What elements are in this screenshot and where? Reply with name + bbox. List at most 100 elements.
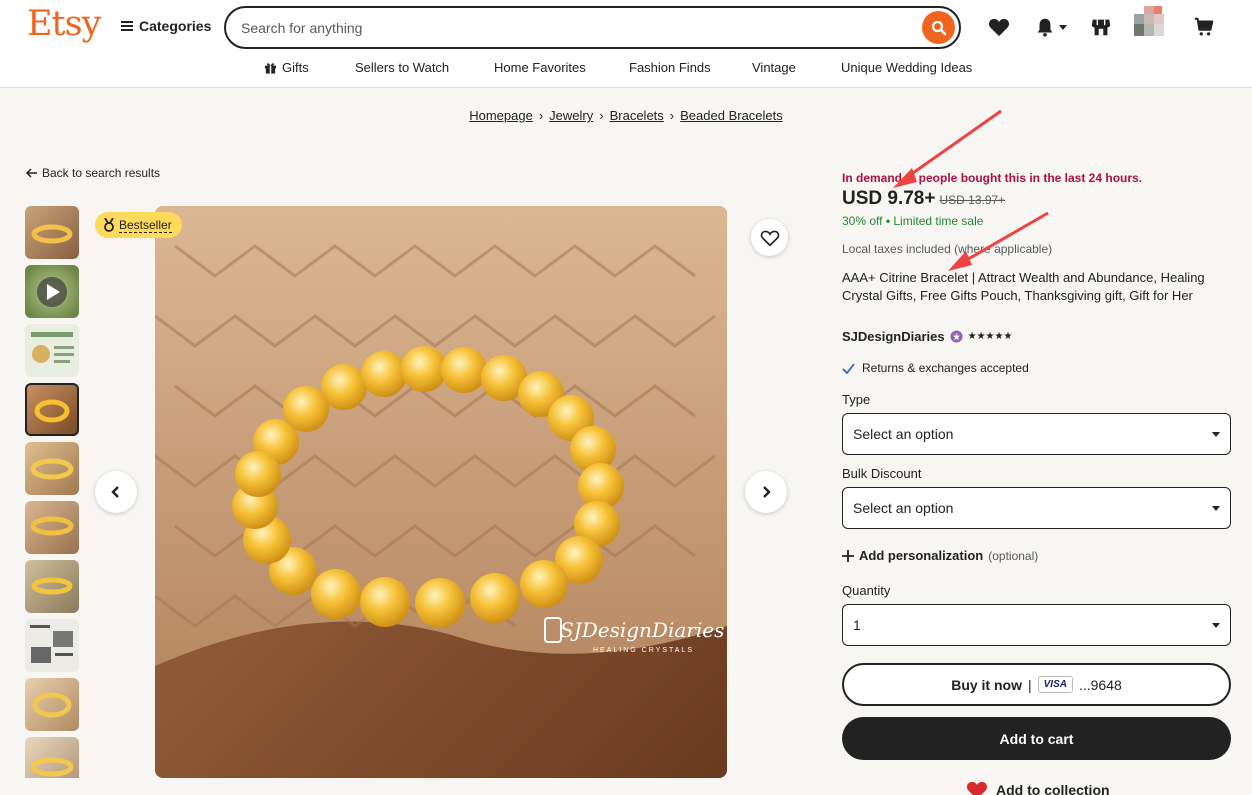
thumbnail[interactable] [25,206,79,259]
breadcrumb-jewelry[interactable]: Jewelry [549,108,593,123]
nav-item-home-favorites[interactable]: Home Favorites [494,60,586,75]
personalization-optional: (optional) [988,548,1039,563]
product-title: AAA+ Citrine Bracelet | Attract Wealth a… [842,270,1205,303]
thumbnail[interactable] [25,619,79,672]
personalization-label: Add personalization [859,548,984,563]
chevron-right-icon: › [669,108,675,123]
category-nav: Gifts Sellers to Watch Home Favorites Fa… [0,56,1252,82]
breadcrumb-beaded-bracelets[interactable]: Beaded Bracelets [680,108,783,123]
chevron-right-icon [763,486,771,498]
demand-notice: In demand. 9 people bought this in the l… [842,171,1143,185]
chevron-left-icon [111,486,119,498]
type-label: Type [842,392,871,407]
product-image[interactable]: SJDesignDiaries HEALING CRYSTALS [155,206,727,778]
categories-button[interactable]: Categories [121,18,211,34]
site-header: Etsy Categories Gifts Sellers to Watch [0,0,1252,88]
thumbnail-strip [25,206,79,778]
cart-icon [1194,17,1214,36]
nav-item-label: Gifts [282,60,309,75]
dropdown-arrow-icon [1212,622,1220,628]
nav-item-gifts[interactable]: Gifts [264,60,309,75]
breadcrumb-bracelets[interactable]: Bracelets [610,108,664,123]
bestseller-badge: Bestseller [95,212,182,238]
bell-icon [1037,18,1052,37]
type-select[interactable]: Select an option [842,413,1231,455]
notifications-button[interactable] [1030,14,1070,40]
menu-icon [121,21,133,31]
nav-item-vintage[interactable]: Vintage [752,60,796,75]
next-image-button[interactable] [745,471,787,513]
current-price: USD 9.78+ [842,188,936,209]
discount-info: 30% off • Limited time sale [842,214,983,228]
back-label: Back to search results [42,166,161,180]
search-icon [931,20,946,35]
chevron-right-icon: › [538,108,544,123]
heart-icon [988,18,1010,37]
thumbnail-video[interactable] [25,265,79,318]
sale-note: Limited time sale [893,214,984,228]
add-to-collection-button[interactable]: Add to collection [966,780,1110,795]
buy-now-label: Buy it now [951,676,1022,693]
card-last4: ...9648 [1078,676,1122,693]
plus-icon [842,549,854,562]
product-photo: SJDesignDiaries HEALING CRYSTALS [155,206,727,778]
checkmark-icon [842,362,855,374]
bestseller-label: Bestseller [119,217,172,233]
nav-item-wedding-ideas[interactable]: Unique Wedding Ideas [841,60,972,75]
returns-label: Returns & exchanges accepted [862,361,1029,375]
play-icon [37,277,67,307]
avatar-image [1134,6,1164,36]
bulk-select-value: Select an option [853,500,954,516]
etsy-logo[interactable]: Etsy [27,4,101,44]
previous-image-button[interactable] [95,471,137,513]
add-to-collection-label: Add to collection [996,782,1110,795]
visa-icon: VISA [1037,676,1073,693]
thumbnail-selected[interactable] [25,383,79,436]
type-select-value: Select an option [853,426,954,442]
search-bar [224,6,961,49]
chevron-down-icon [1058,24,1067,30]
heart-outline-icon [760,230,779,247]
search-button[interactable] [922,11,955,44]
gift-icon [264,63,277,74]
thumbnail[interactable] [25,678,79,731]
shop-manager-button[interactable] [1088,14,1114,40]
quantity-select[interactable]: 1 [842,604,1231,646]
bulk-discount-select[interactable]: Select an option [842,487,1231,529]
watermark-tagline: HEALING CRYSTALS [593,647,694,654]
original-price: USD 13.97+ [939,193,1006,207]
breadcrumb-homepage[interactable]: Homepage [469,108,533,123]
dropdown-arrow-icon [1212,431,1220,437]
nav-item-fashion-finds[interactable]: Fashion Finds [629,60,711,75]
thumbnail[interactable] [25,442,79,495]
nav-item-sellers-to-watch[interactable]: Sellers to Watch [355,60,449,75]
heart-icon [966,781,988,795]
discount-percent: 30% off [842,214,883,228]
cart-button[interactable] [1191,14,1217,40]
medal-icon [104,218,114,232]
chevron-right-icon: › [599,108,604,123]
back-to-search-link[interactable]: Back to search results [26,166,160,180]
price: USD 9.78+ USD 13.97+ [842,188,1005,210]
star-seller-icon [950,330,963,343]
add-personalization-button[interactable]: Add personalization (optional) [842,548,1038,563]
thumbnail[interactable] [25,737,79,778]
favorite-button[interactable] [751,219,788,256]
avatar[interactable] [1134,6,1172,38]
buy-it-now-button[interactable]: Buy it now | VISA ...9648 [842,663,1231,706]
dropdown-arrow-icon [1212,505,1220,511]
bullet: • [885,214,891,228]
shop-name: SJDesignDiaries [842,329,945,344]
add-to-cart-button[interactable]: Add to cart [842,717,1231,760]
search-input[interactable] [241,17,901,39]
store-icon [1091,19,1111,36]
thumbnail[interactable] [25,501,79,554]
thumbnail[interactable] [25,324,79,377]
favorites-button[interactable] [986,14,1012,40]
bulk-discount-label: Bulk Discount [842,466,922,481]
separator: | [1027,676,1032,693]
shop-link[interactable]: SJDesignDiaries ★★★★★ [842,329,1012,344]
quantity-value: 1 [853,617,861,633]
thumbnail[interactable] [25,560,79,613]
watermark-text: SJDesignDiaries [560,618,724,642]
